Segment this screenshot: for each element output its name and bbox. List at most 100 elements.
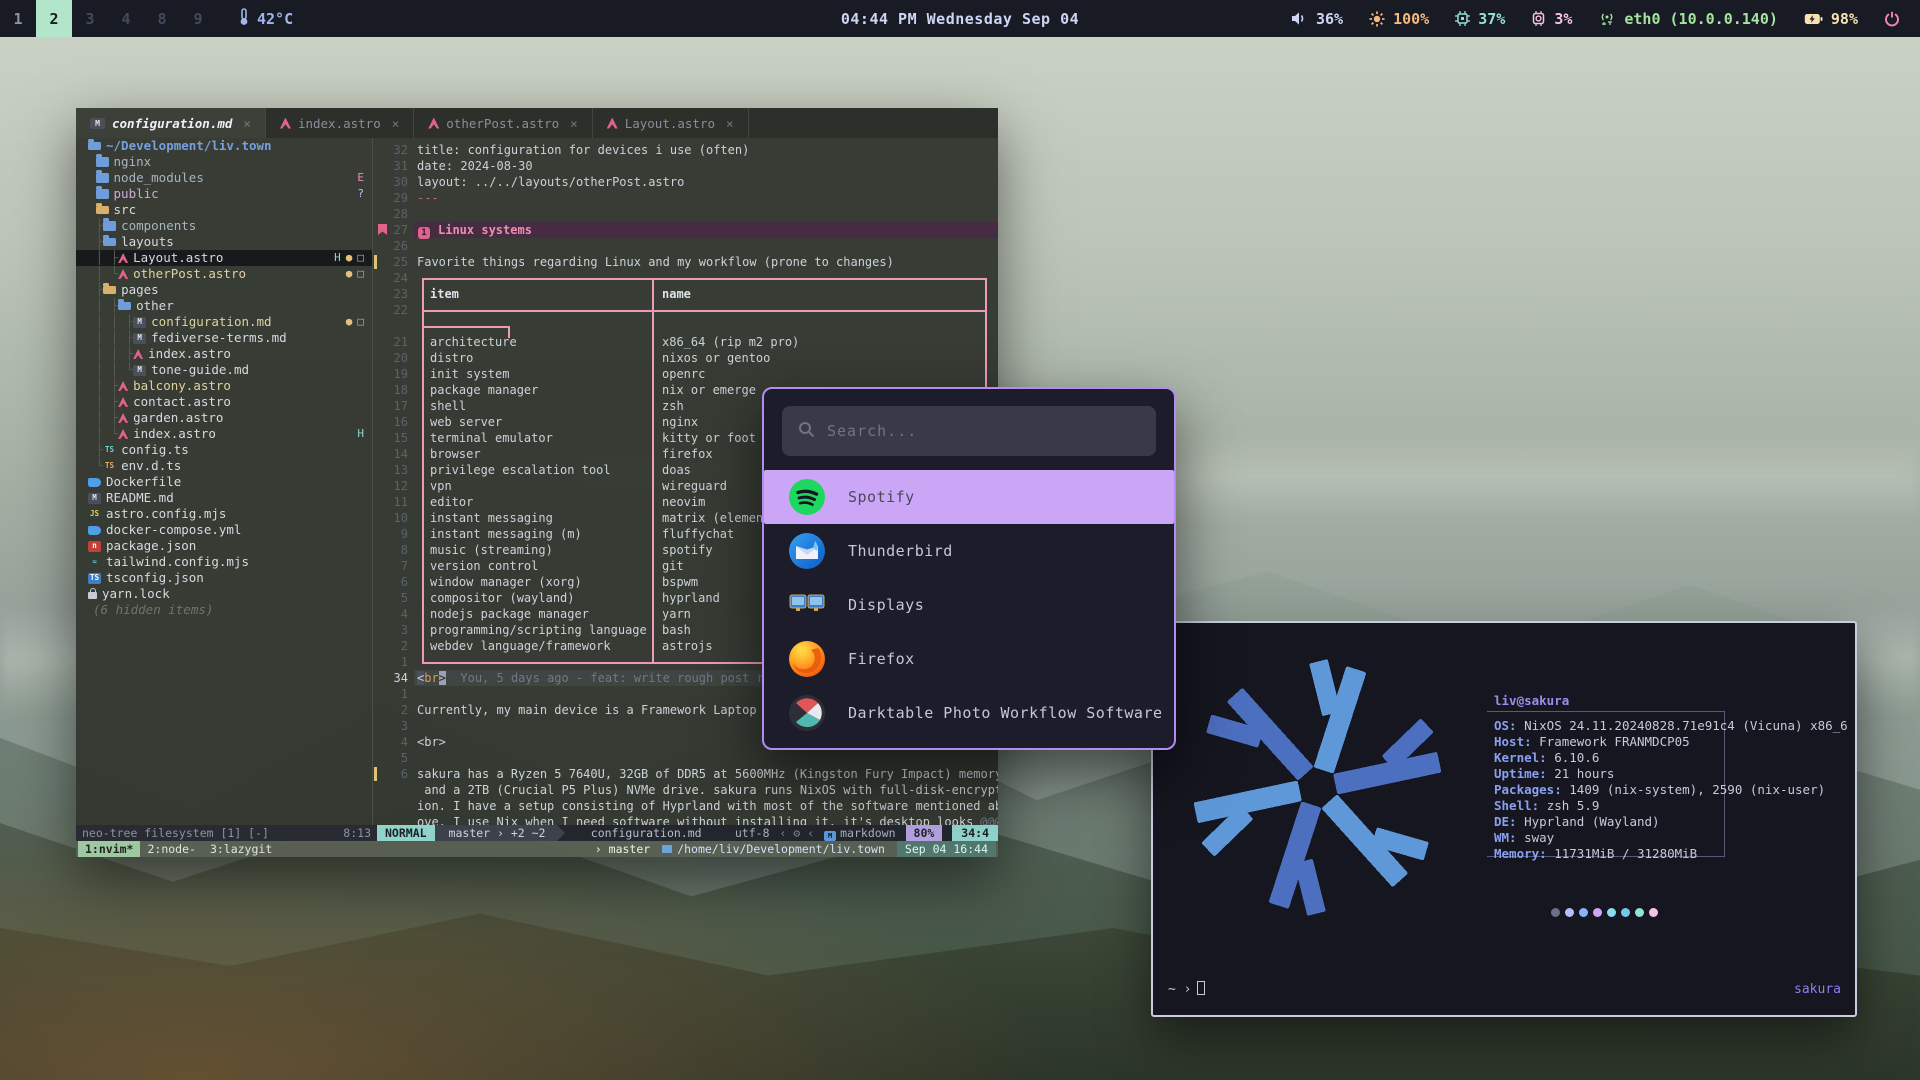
docker-file-icon	[88, 478, 101, 487]
tree-item-public[interactable]: public?	[76, 186, 372, 202]
tree-item-nginx[interactable]: nginx	[76, 154, 372, 170]
search-input[interactable]	[827, 422, 1140, 440]
folder-icon	[96, 173, 109, 183]
buffer-line: 6sakura has a Ryzen 5 7640U, 32GB of DDR…	[372, 766, 998, 782]
tab-close-icon[interactable]: ×	[243, 116, 251, 131]
table-cell-item: architecture	[430, 334, 517, 350]
indent-guide: │ │ └	[88, 362, 133, 378]
table-cell-item: package manager	[430, 382, 538, 398]
tree-item-yarn.lock[interactable]: yarn.lock	[76, 586, 372, 602]
workspace-switcher: 123489	[0, 0, 216, 37]
tree-item-tailwind.config.mjs[interactable]: ≈tailwind.config.mjs	[76, 554, 372, 570]
tree-item-label: Layout.astro	[133, 250, 223, 266]
tree-item-tone-guide.md[interactable]: │ │ └Mtone-guide.md	[76, 362, 372, 378]
workspace-9[interactable]: 9	[180, 0, 216, 37]
tree-item-components[interactable]: ├components	[76, 218, 372, 234]
git-badge: E	[357, 170, 364, 186]
tab-close-icon[interactable]: ×	[726, 116, 734, 131]
indent-guide: ├	[88, 442, 103, 458]
network-module[interactable]: eth0 (10.0.0.140)	[1598, 10, 1778, 28]
table-cell-name: doas	[662, 462, 691, 478]
ts-teal-file-icon: TS	[103, 445, 116, 456]
buffer-line: 30layout: ../../layouts/otherPost.astro	[372, 174, 998, 190]
volume-module[interactable]: 36%	[1291, 10, 1343, 28]
battery-module[interactable]: 98%	[1804, 10, 1858, 28]
tab-otherPost.astro[interactable]: otherPost.astro×	[414, 108, 592, 138]
info-value: 1409 (nix-system), 2590 (nix-user)	[1569, 782, 1825, 797]
fetch-info-row: OS: NixOS 24.11.20240828.71e91c4 (Vicuna…	[1494, 718, 1848, 734]
tmux-window-1[interactable]: 1:nvim*	[78, 841, 140, 857]
tree-item-configuration.md[interactable]: │ │ ├Mconfiguration.md●□	[76, 314, 372, 330]
git-branch-segment: master › +2 ~2	[435, 825, 558, 841]
tree-item-env.d.ts[interactable]: └TSenv.d.ts	[76, 458, 372, 474]
info-value: sway	[1524, 830, 1554, 845]
neotree-statusline: neo-tree filesystem [1] [-] 8:13	[76, 825, 377, 841]
tree-item-garden.astro[interactable]: │ ├garden.astro	[76, 410, 372, 426]
info-value: 21 hours	[1554, 766, 1614, 781]
tree-item-label: garden.astro	[133, 410, 223, 426]
tree-item-fediverse-terms.md[interactable]: │ │ ├Mfediverse-terms.md	[76, 330, 372, 346]
tree-item-Layout.astro[interactable]: │ ├Layout.astroH●□	[76, 250, 372, 266]
launcher-item-label: Firefox	[848, 650, 915, 668]
power-module[interactable]	[1884, 11, 1900, 27]
tmux-window-2[interactable]: 2:node-	[140, 841, 202, 857]
tree-item-node_modules[interactable]: node_modulesE	[76, 170, 372, 186]
tree-item-(6 hidden items)[interactable]: (6 hidden items)	[76, 602, 372, 618]
table-cell-item: window manager (xorg)	[430, 574, 582, 590]
tree-item-config.ts[interactable]: ├TSconfig.ts	[76, 442, 372, 458]
tab-index.astro[interactable]: index.astro×	[266, 108, 414, 138]
git-status-badges: ?	[357, 186, 364, 202]
tmux-git-branch: › master	[595, 842, 650, 856]
tab-close-icon[interactable]: ×	[392, 116, 400, 131]
table-cell-name: wireguard	[662, 478, 727, 494]
tree-item-otherPost.astro[interactable]: │ └otherPost.astro●□	[76, 266, 372, 282]
line-number: 27	[372, 222, 408, 238]
gpu-module[interactable]: 3%	[1531, 10, 1572, 28]
tree-item-contact.astro[interactable]: │ ├contact.astro	[76, 394, 372, 410]
tree-item-README.md[interactable]: MREADME.md	[76, 490, 372, 506]
tree-item-index.astro[interactable]: │ │ ├index.astro	[76, 346, 372, 362]
workspace-1[interactable]: 1	[0, 0, 36, 37]
tree-item-~/Development/liv.town[interactable]: ~/Development/liv.town	[76, 138, 372, 154]
tree-item-index.astro[interactable]: │ └index.astroH	[76, 426, 372, 442]
workspace-2[interactable]: 2	[36, 0, 72, 37]
tree-item-package.json[interactable]: npackage.json	[76, 538, 372, 554]
workspace-3[interactable]: 3	[72, 0, 108, 37]
launcher-item-firefox[interactable]: Firefox	[764, 632, 1174, 686]
launcher-item-spotify[interactable]: Spotify	[764, 470, 1174, 524]
line-number: 20	[372, 350, 408, 366]
tab-Layout.astro[interactable]: Layout.astro×	[593, 108, 749, 138]
tree-item-Dockerfile[interactable]: Dockerfile	[76, 474, 372, 490]
module-value: eth0 (10.0.0.140)	[1624, 10, 1778, 28]
tree-item-layouts[interactable]: ├layouts	[76, 234, 372, 250]
buffer-line: and a 2TB (Crucial P5 Plus) NVMe drive. …	[372, 782, 998, 798]
session-name: sakura	[1794, 982, 1841, 997]
brightness-module[interactable]: 100%	[1369, 10, 1429, 28]
tab-configuration.md[interactable]: Mconfiguration.md×	[76, 108, 266, 138]
tree-item-label: tailwind.config.mjs	[106, 554, 249, 570]
cpu-module[interactable]: 37%	[1455, 10, 1505, 28]
tree-item-docker-compose.yml[interactable]: docker-compose.yml	[76, 522, 372, 538]
network-icon	[1598, 11, 1616, 26]
workspace-8[interactable]: 8	[144, 0, 180, 37]
tab-close-icon[interactable]: ×	[570, 116, 578, 131]
tree-item-src[interactable]: src	[76, 202, 372, 218]
folder-icon	[96, 157, 109, 167]
tree-item-pages[interactable]: ├pages	[76, 282, 372, 298]
battery-icon	[1804, 13, 1823, 25]
git-status-badges: E	[357, 170, 364, 186]
tree-item-balcony.astro[interactable]: │ ├balcony.astro	[76, 378, 372, 394]
launcher-search[interactable]	[782, 406, 1156, 456]
workspace-4[interactable]: 4	[108, 0, 144, 37]
buffer-text: layout: ../../layouts/otherPost.astro	[417, 174, 684, 190]
tree-item-other[interactable]: │ ├other	[76, 298, 372, 314]
terminal-cursor	[1197, 981, 1205, 995]
launcher-item-displays[interactable]: Displays	[764, 578, 1174, 632]
shell-prompt[interactable]: ~ ›	[1168, 981, 1205, 997]
tmux-window-3[interactable]: 3:lazygit	[203, 841, 279, 857]
tree-item-tsconfig.json[interactable]: TStsconfig.json	[76, 570, 372, 586]
launcher-item-darktable[interactable]: Darktable Photo Workflow Software	[764, 686, 1174, 740]
launcher-item-thunderbird[interactable]: Thunderbird	[764, 524, 1174, 578]
tree-item-astro.config.mjs[interactable]: JSastro.config.mjs	[76, 506, 372, 522]
table-cell-name: matrix (element)	[662, 510, 778, 526]
